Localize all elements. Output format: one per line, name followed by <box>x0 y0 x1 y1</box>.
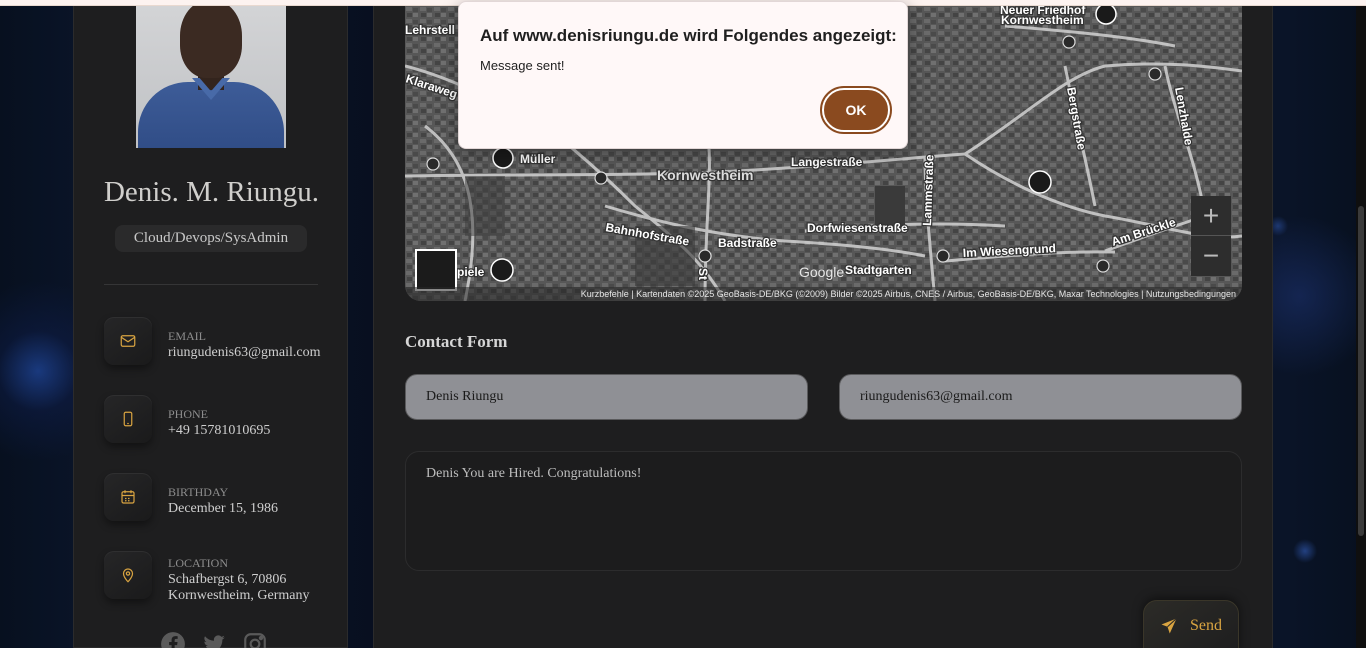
location-value: Schafbergst 6, 70806 Kornwestheim, Germa… <box>168 572 310 603</box>
map-label-stadtgarten: Stadtgarten <box>845 263 912 277</box>
map-label-spiele: piele <box>457 265 485 279</box>
map-label-badstrasse: Badstraße <box>718 236 777 250</box>
map-label-lehrstell: Lehrstell <box>405 23 455 37</box>
alert-dialog: Auf www.denisriungu.de wird Folgendes an… <box>458 1 908 149</box>
map-label-kornwestheim: Kornwestheim <box>657 167 753 183</box>
zoom-in-button[interactable]: + <box>1191 196 1231 236</box>
send-label: Send <box>1190 617 1222 634</box>
dialog-message: Message sent! <box>480 58 565 73</box>
dialog-title: Auf www.denisriungu.de wird Folgendes an… <box>480 26 897 45</box>
map-attribution[interactable]: Kurzbefehle | Kartendaten ©2025 GeoBasis… <box>405 287 1242 301</box>
profile-role-badge: Cloud/Devops/SysAdmin <box>115 225 307 252</box>
birthday-value: December 15, 1986 <box>168 501 279 516</box>
contact-label: PHONE <box>168 407 209 421</box>
map-pin-shopping[interactable] <box>492 147 514 169</box>
scrollbar[interactable] <box>1356 6 1366 648</box>
map-label-lammstrasse: Lammstraße <box>920 154 936 226</box>
map-transit-stop[interactable] <box>1148 67 1162 81</box>
avatar <box>136 6 286 148</box>
scroll-thumb[interactable] <box>1358 206 1364 536</box>
twitter-icon[interactable] <box>201 631 227 648</box>
phone-link[interactable]: +49 15781010695 <box>168 423 338 439</box>
map-transit-stop[interactable] <box>1096 259 1110 273</box>
map-type-toggle[interactable] <box>415 249 457 291</box>
google-logo: Google <box>799 264 845 280</box>
map-label-muller: Müller <box>520 152 556 166</box>
email-input[interactable]: riungudenis63@gmail.com <box>839 374 1242 420</box>
map-label-st: St <box>696 268 710 280</box>
location-pin-icon <box>104 551 152 599</box>
profile-sidebar: Denis. M. Riungu. Cloud/Devops/SysAdmin … <box>73 6 348 648</box>
map-transit-stop[interactable] <box>698 249 712 263</box>
map-transit-stop[interactable] <box>936 249 950 263</box>
facebook-icon[interactable] <box>160 631 186 648</box>
map-label-langestrasse: Langestraße <box>791 155 863 169</box>
send-icon <box>1161 618 1177 634</box>
map-transit-stop[interactable] <box>1062 35 1076 49</box>
contact-label: BIRTHDAY <box>168 485 229 499</box>
map-pin-restaurant[interactable] <box>1028 170 1052 194</box>
map-label-dorfwiesenstrasse: Dorfwiesenstraße <box>807 221 908 235</box>
mail-icon <box>104 317 152 365</box>
zoom-out-button[interactable]: − <box>1191 236 1231 276</box>
map-pin-place[interactable] <box>490 258 514 282</box>
calendar-icon <box>104 473 152 521</box>
map-pin-cemetery[interactable] <box>1095 6 1117 25</box>
send-button[interactable]: Send <box>1143 600 1239 648</box>
contact-label: EMAIL <box>168 329 206 343</box>
map-transit-stop[interactable] <box>594 171 608 185</box>
profile-name: Denis. M. Riungu. <box>103 176 320 208</box>
email-link[interactable]: riungudenis63@gmail.com <box>168 345 338 361</box>
ok-button[interactable]: OK <box>820 86 892 134</box>
name-input[interactable]: Denis Riungu <box>405 374 808 420</box>
phone-icon <box>104 395 152 443</box>
map-zoom-controls: + − <box>1191 196 1231 276</box>
message-textarea[interactable]: Denis You are Hired. Congratulations! <box>405 451 1242 571</box>
social-links <box>160 631 268 648</box>
divider <box>104 284 318 285</box>
contact-label: LOCATION <box>168 556 228 570</box>
contact-form-title: Contact Form <box>405 332 508 351</box>
map-label-kornwestheim-north: Kornwestheim <box>1001 13 1084 27</box>
instagram-icon[interactable] <box>242 631 268 648</box>
map-transit-stop[interactable] <box>426 157 440 171</box>
